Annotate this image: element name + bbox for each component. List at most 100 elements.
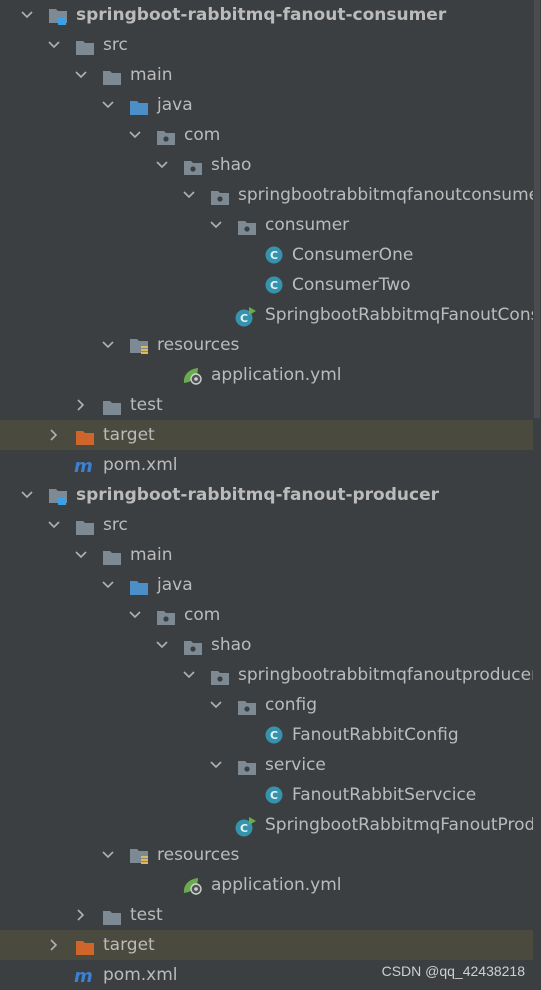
resources-folder-icon <box>129 846 149 864</box>
folder-icon <box>102 396 122 415</box>
class-icon: C <box>264 276 284 294</box>
package-service-label: service <box>265 755 326 775</box>
folder-resources-label: resources <box>157 845 240 865</box>
tree-row[interactable]: src <box>0 30 533 60</box>
package-com-label: com <box>184 125 221 145</box>
chevron-down-icon[interactable] <box>128 600 142 630</box>
chevron-down-icon[interactable] <box>155 150 169 180</box>
tree-row[interactable]: C FanoutRabbitConfig <box>0 720 533 750</box>
pom-file-label: pom.xml <box>103 455 178 475</box>
tree-row[interactable]: main <box>0 540 533 570</box>
class-icon: C <box>264 246 284 264</box>
tree-row[interactable]: com <box>0 600 533 630</box>
yml-file-label: application.yml <box>211 875 342 895</box>
chevron-down-icon[interactable] <box>101 570 115 600</box>
chevron-right-icon[interactable] <box>74 390 88 420</box>
chevron-down-icon[interactable] <box>47 30 61 60</box>
chevron-right-icon[interactable] <box>47 930 61 960</box>
folder-test-label: test <box>130 905 163 925</box>
tree-row[interactable]: shao <box>0 150 533 180</box>
tree-row[interactable]: springboot-rabbitmq-fanout-producer <box>0 480 533 510</box>
package-icon <box>237 756 257 775</box>
package-icon <box>156 606 176 625</box>
chevron-down-icon[interactable] <box>209 210 223 240</box>
chevron-right-icon[interactable] <box>47 420 61 450</box>
class-file-label: FanoutRabbitConfig <box>292 725 459 745</box>
tree-row[interactable]: java <box>0 570 533 600</box>
chevron-down-icon[interactable] <box>128 120 142 150</box>
tree-row[interactable]: springbootrabbitmqfanoutproducer <box>0 660 533 690</box>
tree-row[interactable]: target <box>0 930 533 960</box>
folder-resources-label: resources <box>157 335 240 355</box>
tree-row[interactable]: C SpringbootRabbitmqFanoutConsumerApplica… <box>0 300 533 330</box>
tree-row[interactable]: service <box>0 750 533 780</box>
folder-main-label: main <box>130 65 173 85</box>
package-icon <box>210 666 230 685</box>
tree-row[interactable]: C ConsumerOne <box>0 240 533 270</box>
package-shao-label: shao <box>211 155 252 175</box>
svg-text:C: C <box>240 312 248 325</box>
chevron-down-icon[interactable] <box>209 690 223 720</box>
tree-row[interactable]: test <box>0 900 533 930</box>
tree-row[interactable]: C ConsumerTwo <box>0 270 533 300</box>
tree-row[interactable]: test <box>0 390 533 420</box>
svg-text:m: m <box>74 966 93 986</box>
package-root-label: springbootrabbitmqfanoutproducer <box>238 665 533 685</box>
chevron-down-icon[interactable] <box>20 480 34 510</box>
svg-text:C: C <box>270 729 278 742</box>
spring-boot-app-icon: C <box>235 306 256 327</box>
tree-row[interactable]: shao <box>0 630 533 660</box>
folder-icon <box>102 906 122 925</box>
chevron-down-icon[interactable] <box>74 60 88 90</box>
pom-file-label: pom.xml <box>103 965 178 985</box>
tree-row[interactable]: resources <box>0 330 533 360</box>
tree-row[interactable]: main <box>0 60 533 90</box>
project-tree: springboot-rabbitmq-fanout-consumer src ma… <box>0 0 533 990</box>
spring-boot-app-icon: C <box>235 816 256 837</box>
chevron-down-icon[interactable] <box>101 90 115 120</box>
svg-text:C: C <box>240 822 248 835</box>
tree-row[interactable]: application.yml <box>0 360 533 390</box>
folder-icon <box>102 66 122 85</box>
class-file-label: ConsumerTwo <box>292 275 411 295</box>
svg-text:C: C <box>270 789 278 802</box>
tree-row[interactable]: application.yml <box>0 870 533 900</box>
chevron-down-icon[interactable] <box>74 540 88 570</box>
tree-row[interactable]: src <box>0 510 533 540</box>
watermark: CSDN @qq_42438218 <box>381 963 525 979</box>
tree-row[interactable]: m pom.xml <box>0 450 533 480</box>
svg-text:C: C <box>270 279 278 292</box>
folder-src-label: src <box>103 35 128 55</box>
chevron-down-icon[interactable] <box>101 330 115 360</box>
scrollbar[interactable] <box>533 0 541 988</box>
chevron-down-icon[interactable] <box>182 660 196 690</box>
chevron-down-icon[interactable] <box>20 0 34 30</box>
chevron-down-icon[interactable] <box>101 840 115 870</box>
tree-row[interactable]: com <box>0 120 533 150</box>
class-icon: C <box>264 726 284 744</box>
excluded-folder-icon <box>75 936 95 955</box>
tree-row[interactable]: C FanoutRabbitServcice <box>0 780 533 810</box>
tree-row[interactable]: springboot-rabbitmq-fanout-consumer <box>0 0 533 30</box>
chevron-down-icon[interactable] <box>47 510 61 540</box>
scrollbar-thumb[interactable] <box>534 0 540 418</box>
chevron-down-icon[interactable] <box>209 750 223 780</box>
tree-row[interactable]: C SpringbootRabbitmqFanoutProducerApplica… <box>0 810 533 840</box>
chevron-right-icon[interactable] <box>74 900 88 930</box>
source-folder-icon <box>129 576 149 595</box>
tree-row[interactable]: consumer <box>0 210 533 240</box>
tree-row[interactable]: resources <box>0 840 533 870</box>
tree-row[interactable]: config <box>0 690 533 720</box>
package-icon <box>183 156 203 175</box>
application-class-label: SpringbootRabbitmqFanoutConsumerApplicat… <box>265 305 533 325</box>
tree-row[interactable]: target <box>0 420 533 450</box>
package-config-label: config <box>265 695 318 715</box>
application-class-label: SpringbootRabbitmqFanoutProducerApplicat… <box>265 815 533 835</box>
chevron-down-icon[interactable] <box>182 180 196 210</box>
module-icon <box>48 6 68 25</box>
chevron-down-icon[interactable] <box>155 630 169 660</box>
package-icon <box>237 216 257 235</box>
folder-icon <box>75 516 95 535</box>
tree-row[interactable]: java <box>0 90 533 120</box>
tree-row[interactable]: springbootrabbitmqfanoutconsumer <box>0 180 533 210</box>
